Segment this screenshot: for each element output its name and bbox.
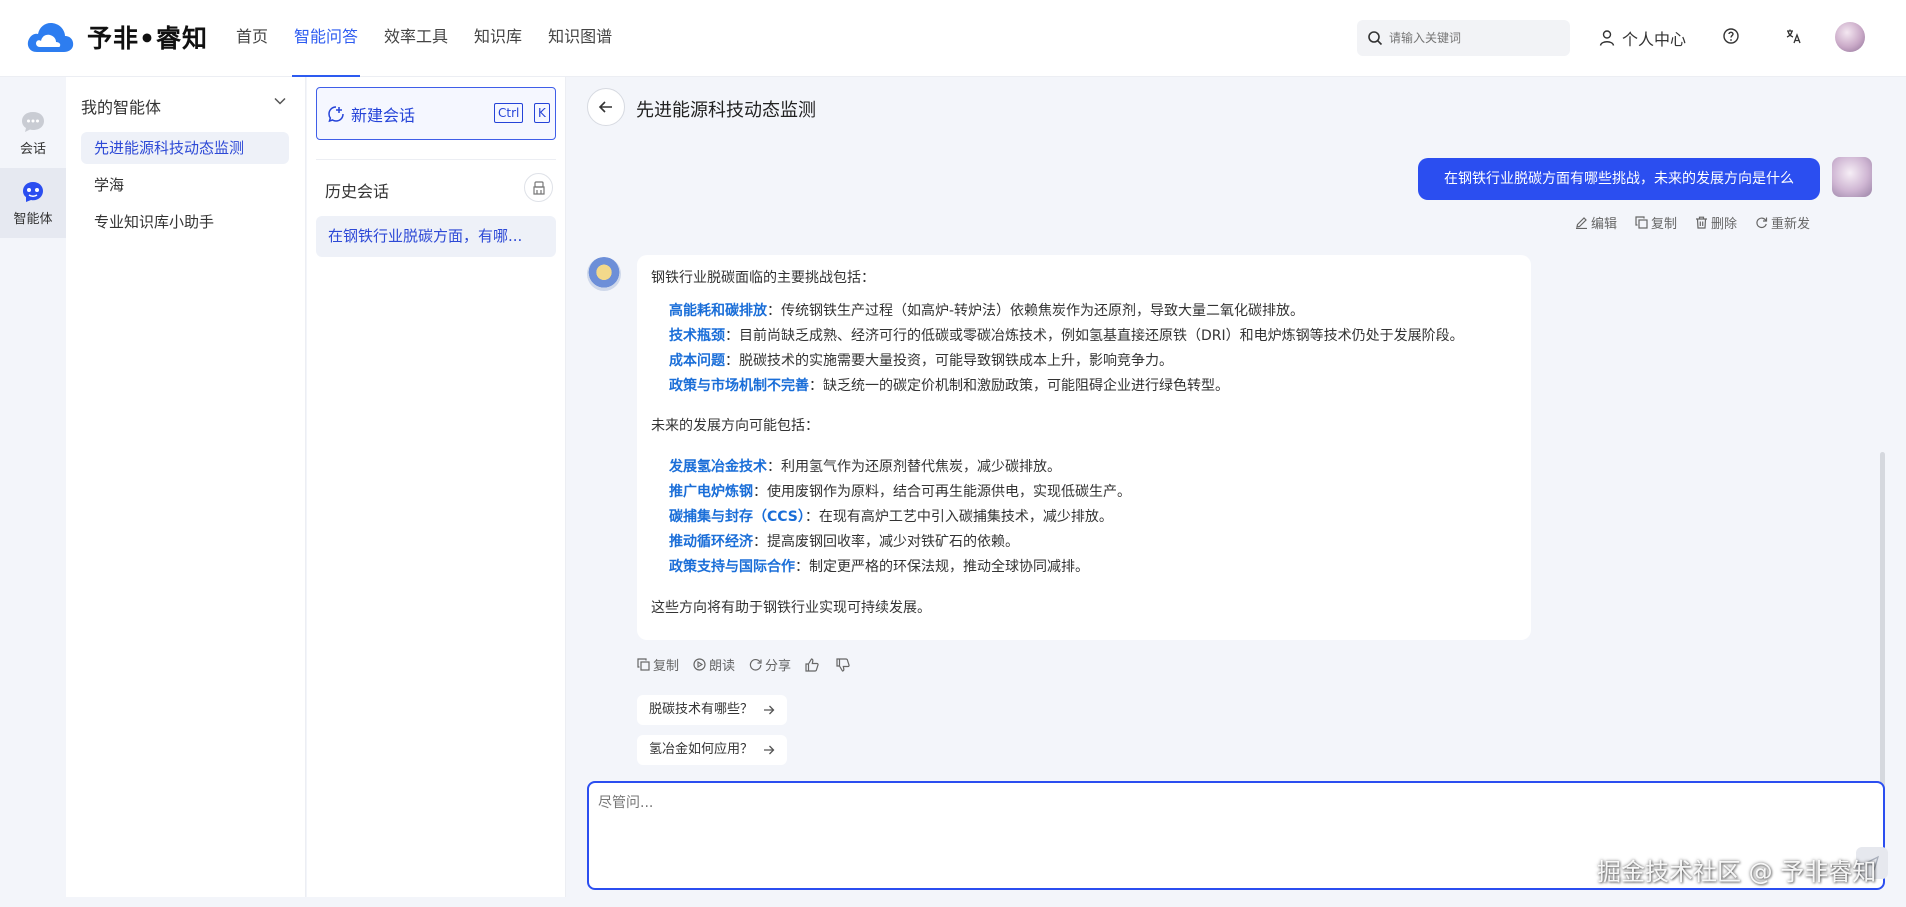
play-circle-icon (693, 658, 706, 671)
bot-avatar (587, 257, 621, 291)
agents-title: 我的智能体 (81, 98, 162, 117)
arrow-left-icon (598, 101, 612, 113)
user-avatar[interactable] (1835, 22, 1865, 52)
broom-icon (533, 181, 545, 195)
agent-item-kb-assistant[interactable]: 专业知识库小助手 (81, 206, 289, 238)
divider (316, 159, 556, 160)
left-rail: 会话 智能体 (0, 77, 66, 907)
new-chat-label: 新建会话 (351, 105, 416, 125)
direction-item: 推动循环经济：提高废钢回收率，减少对铁矿石的依赖。 (669, 534, 1019, 550)
delete-button[interactable]: 删除 (1695, 213, 1737, 232)
share-button[interactable]: 分享 (749, 655, 791, 674)
answer-intro: 钢铁行业脱碳面临的主要挑战包括： (651, 270, 875, 286)
copy-button[interactable]: 复制 (1635, 213, 1677, 232)
suggestion-chip[interactable]: 氢冶金如何应用？ (637, 735, 788, 765)
user-message-actions: 编辑 复制 删除 重新发 (1575, 213, 1828, 232)
arrow-right-icon (764, 705, 775, 715)
delete-label: 删除 (1711, 217, 1738, 232)
back-button[interactable] (587, 88, 625, 126)
shortcut-k: K (534, 103, 550, 123)
help-icon[interactable] (1722, 27, 1740, 45)
nav-home[interactable]: 首页 (236, 0, 268, 77)
suggestion-label: 氢冶金如何应用？ (649, 742, 754, 757)
direction-item: 推广电炉炼钢：使用废钢作为原料，结合可再生能源供电，实现低碳生产。 (669, 484, 1131, 500)
future-intro: 未来的发展方向可能包括： (651, 418, 819, 434)
refresh-icon (1756, 217, 1768, 229)
chevron-down-icon[interactable] (273, 96, 287, 106)
bot-copy-label: 复制 (653, 659, 680, 674)
edit-button[interactable]: 编辑 (1575, 213, 1617, 232)
main-nav: 首页 智能问答 效率工具 知识库 知识图谱 (236, 0, 638, 77)
direction-item: 发展氢冶金技术：利用氢气作为还原剂替代焦炭，减少碳排放。 (669, 459, 1061, 475)
history-title: 历史会话 (325, 182, 390, 201)
read-aloud-button[interactable]: 朗读 (693, 655, 735, 674)
rail-chat[interactable]: 会话 (0, 98, 66, 168)
translate-icon[interactable] (1784, 27, 1802, 45)
chat-scrollbar[interactable] (1880, 452, 1885, 822)
user-center-label: 个人中心 (1622, 30, 1687, 49)
resend-button[interactable]: 重新发 (1755, 213, 1810, 232)
chat-title: 先进能源科技动态监测 (636, 100, 816, 121)
edit-label: 编辑 (1591, 217, 1618, 232)
thumbs-down-icon (836, 657, 850, 672)
nav-smart-qa[interactable]: 智能问答 (292, 0, 361, 77)
rail-agents-label: 智能体 (13, 212, 53, 227)
pencil-icon (1576, 217, 1587, 229)
agent-item-xuehai[interactable]: 学海 (81, 169, 289, 201)
challenge-item: 高能耗和碳排放：传统钢铁生产过程（如高炉-转炉法）依赖焦炭作为还原剂，导致大量二… (669, 303, 1305, 319)
user-icon (1599, 30, 1615, 46)
agent-item-energy-monitor[interactable]: 先进能源科技动态监测 (81, 132, 289, 164)
top-bar: 予非•睿知 首页 智能问答 效率工具 知识库 知识图谱 个人中心 (0, 0, 1906, 77)
challenge-item: 政策与市场机制不完善：缺乏统一的碳定价机制和激励政策，可能阻碍企业进行绿色转型。 (669, 378, 1229, 394)
copy-icon (637, 658, 650, 671)
bot-copy-button[interactable]: 复制 (637, 655, 679, 674)
bot-message-actions: 复制 朗读 分享 (637, 655, 867, 674)
sessions-panel: 新建会话 Ctrl K 历史会话 在钢铁行业脱碳方面，有哪... (307, 77, 566, 897)
suggestion-label: 脱碳技术有哪些？ (649, 702, 754, 717)
user-center-link[interactable]: 个人中心 (1598, 26, 1686, 50)
brand-name: 予非•睿知 (87, 24, 208, 53)
user-message: 在钢铁行业脱碳方面有哪些挑战，未来的发展方向是什么 (1418, 158, 1820, 200)
rail-chat-label: 会话 (19, 142, 46, 157)
search-icon (1368, 31, 1383, 46)
nav-knowledge-base[interactable]: 知识库 (474, 0, 522, 77)
bot-message: 钢铁行业脱碳面临的主要挑战包括： 高能耗和碳排放：传统钢铁生产过程（如高炉-转炉… (637, 255, 1531, 640)
chat-bubble-icon (22, 112, 44, 132)
challenge-item: 成本问题：脱碳技术的实施需要大量投资，可能导致钢铁成本上升，影响竞争力。 (669, 353, 1173, 369)
search-input[interactable] (1389, 20, 1564, 56)
new-chat-icon (328, 105, 344, 122)
rail-agents[interactable]: 智能体 (0, 168, 66, 238)
watermark: 掘金技术社区 @ 予非睿知 (1597, 858, 1877, 886)
shortcut-ctrl: Ctrl (494, 103, 524, 123)
challenge-item: 技术瓶颈：目前尚缺乏成熟、经济可行的低碳或零碳冶炼技术，例如氢基直接还原铁（DR… (669, 328, 1464, 344)
nav-efficiency-tools[interactable]: 效率工具 (384, 0, 448, 77)
share-icon (749, 658, 762, 671)
nav-knowledge-graph[interactable]: 知识图谱 (548, 0, 612, 77)
history-item[interactable]: 在钢铁行业脱碳方面，有哪... (316, 216, 556, 257)
copy-icon (1635, 216, 1648, 229)
new-chat-button[interactable]: 新建会话 Ctrl K (316, 87, 556, 140)
like-button[interactable] (805, 655, 822, 674)
direction-item: 碳捕集与封存（CCS）：在现有高炉工艺中引入碳捕集技术，减少排放。 (669, 509, 1113, 525)
arrow-right-icon (764, 745, 775, 755)
direction-item: 政策支持与国际合作：制定更严格的环保法规，推动全球协同减排。 (669, 559, 1089, 575)
dislike-button[interactable] (836, 655, 853, 674)
trash-icon (1696, 216, 1708, 229)
search-box[interactable] (1357, 20, 1570, 56)
chat-area: 先进能源科技动态监测 在钢铁行业脱碳方面有哪些挑战，未来的发展方向是什么 编辑 … (567, 77, 1906, 907)
brand-logo[interactable]: 予非•睿知 (25, 18, 208, 56)
copy-label: 复制 (1651, 217, 1678, 232)
read-aloud-label: 朗读 (709, 659, 736, 674)
agents-panel: 我的智能体 先进能源科技动态监测 学海 专业知识库小助手 (66, 77, 306, 897)
suggestion-chip[interactable]: 脱碳技术有哪些？ (637, 695, 788, 725)
cloud-logo-icon (27, 23, 74, 52)
history-clean-button[interactable] (524, 173, 553, 202)
thumbs-up-icon (805, 657, 819, 672)
user-message-avatar (1832, 157, 1872, 197)
agent-brain-icon (23, 182, 43, 202)
resend-label: 重新发 (1771, 217, 1811, 232)
answer-conclusion: 这些方向将有助于钢铁行业实现可持续发展。 (651, 600, 931, 616)
share-label: 分享 (765, 659, 792, 674)
